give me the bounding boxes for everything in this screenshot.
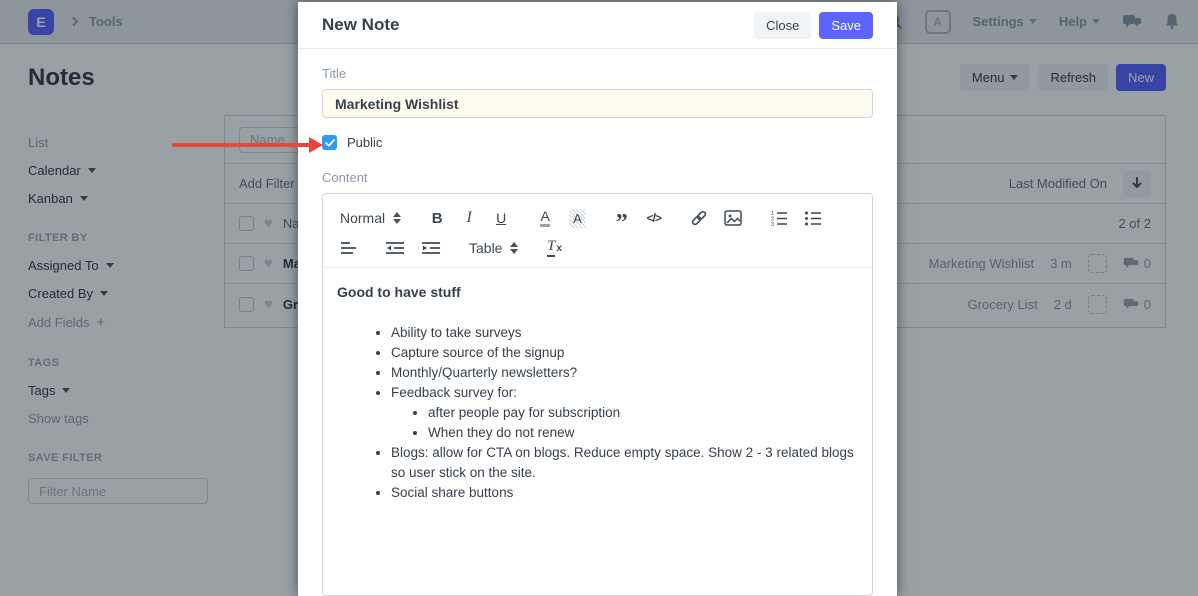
note-sub-bullet-list: after people pay for subscription When t… <box>391 403 858 443</box>
list-item: Capture source of the signup <box>391 343 858 363</box>
image-icon[interactable] <box>721 206 745 230</box>
align-icon[interactable] <box>337 236 360 260</box>
list-item: When they do not renew <box>428 423 858 443</box>
font-color-button[interactable]: A <box>534 206 556 230</box>
arrow-head-icon <box>309 137 323 153</box>
public-checkbox[interactable] <box>322 135 337 150</box>
save-button[interactable]: Save <box>819 12 873 39</box>
ordered-list-icon[interactable]: 123 <box>767 206 791 230</box>
outdent-icon[interactable] <box>382 236 408 260</box>
close-button[interactable]: Close <box>754 12 811 39</box>
list-item: Blogs: allow for CTA on blogs. Reduce em… <box>391 443 858 483</box>
indent-icon[interactable] <box>418 236 444 260</box>
editor-toolbar: Normal B I U A A ” </> <box>323 194 872 267</box>
svg-text:3: 3 <box>771 222 774 226</box>
note-bullet-list: Ability to take surveys Capture source o… <box>337 323 858 503</box>
modal-title: New Note <box>322 15 399 35</box>
paragraph-style-dropdown[interactable]: Normal <box>337 206 404 230</box>
link-icon[interactable] <box>687 206 711 230</box>
rich-text-editor: Normal B I U A A ” </> <box>322 193 873 596</box>
public-checkbox-label: Public <box>347 135 382 150</box>
clear-format-button[interactable]: Tx <box>543 236 565 260</box>
highlight-color-button[interactable]: A <box>566 206 589 230</box>
list-item: after people pay for subscription <box>428 403 858 423</box>
updown-icon <box>393 212 401 224</box>
underline-button[interactable]: U <box>490 206 512 230</box>
list-item: Feedback survey for: after people pay fo… <box>391 383 858 443</box>
new-note-modal: New Note Close Save Title Public Content… <box>298 2 897 596</box>
list-item: Ability to take surveys <box>391 323 858 343</box>
code-button[interactable]: </> <box>643 206 665 230</box>
list-item: Monthly/Quarterly newsletters? <box>391 363 858 383</box>
blockquote-button[interactable]: ” <box>611 206 633 230</box>
list-item: Social share buttons <box>391 483 858 503</box>
italic-button[interactable]: I <box>458 206 480 230</box>
note-heading: Good to have stuff <box>337 282 858 302</box>
unordered-list-icon[interactable] <box>801 206 825 230</box>
title-input[interactable] <box>322 89 873 118</box>
content-field-label: Content <box>322 170 873 185</box>
editor-content[interactable]: Good to have stuff Ability to take surve… <box>323 268 872 595</box>
updown-icon <box>510 242 518 254</box>
title-field-label: Title <box>322 66 873 81</box>
checkmark-icon <box>325 139 335 147</box>
arrow-line <box>172 143 311 147</box>
table-dropdown[interactable]: Table <box>466 236 521 260</box>
bold-button[interactable]: B <box>426 206 448 230</box>
